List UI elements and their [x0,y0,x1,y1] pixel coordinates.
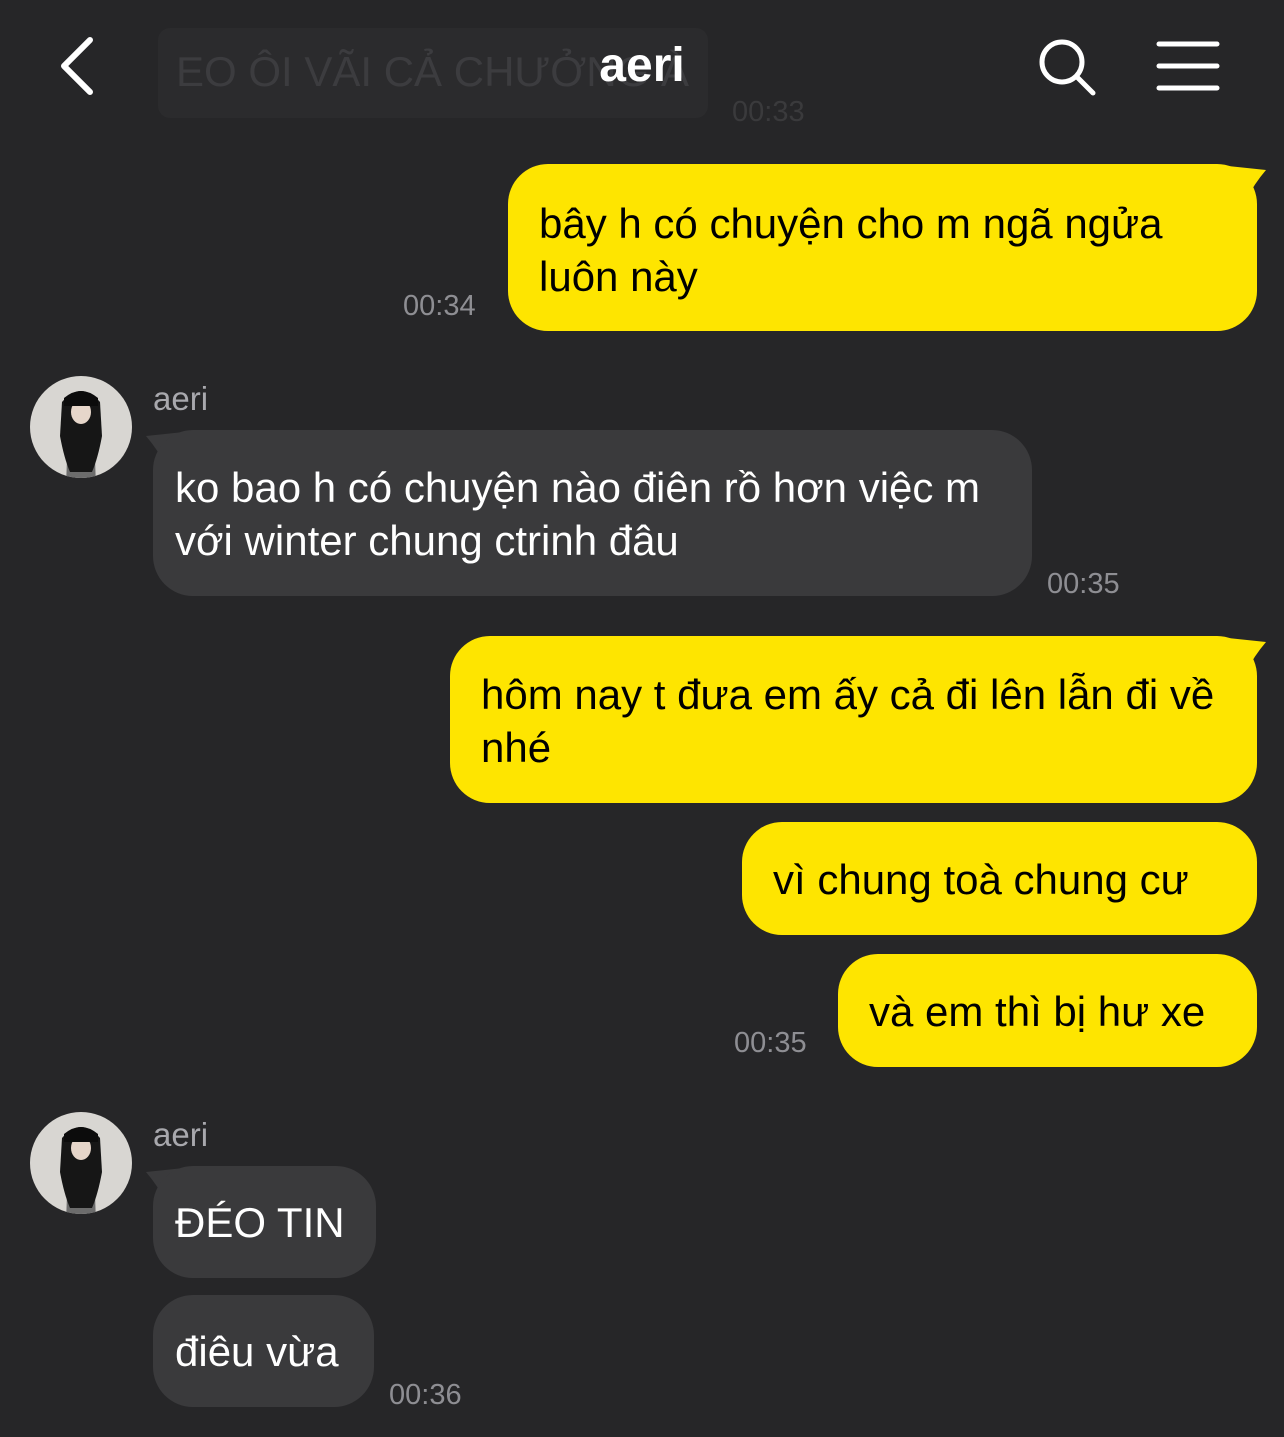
message-bubble[interactable]: bây h có chuyện cho m ngã ngửa luôn này [508,164,1257,331]
message-bubble[interactable]: ĐÉO TIN [153,1166,376,1278]
message-time: 00:35 [734,1027,807,1059]
message-bubble[interactable]: điêu vừa [153,1295,374,1407]
search-icon [1039,39,1096,96]
avatar[interactable] [30,376,132,478]
message-time: 00:35 [1047,568,1120,600]
menu-button[interactable] [1156,40,1220,92]
message-bubble[interactable]: hôm nay t đưa em ấy cả đi lên lẫn đi về … [450,636,1257,803]
avatar-photo [30,376,132,478]
avatar-photo [30,1112,132,1214]
sender-name: aeri [153,1116,209,1153]
message-bubble[interactable]: ko bao h có chuyện nào điên rồ hơn việc … [153,430,1032,596]
search-button[interactable] [1036,36,1098,98]
message-bubble[interactable]: vì chung toà chung cư [742,822,1257,935]
message-time: 00:34 [403,290,476,322]
sender-name: aeri [153,380,209,417]
message-time: 00:36 [389,1379,462,1411]
chat-header: EO ÔI VÃI CẢ CHƯỞNG À 00:33 aeri [0,0,1284,130]
message-bubble[interactable]: và em thì bị hư xe [838,954,1257,1067]
avatar[interactable] [30,1112,132,1214]
hamburger-menu-icon [1156,41,1220,91]
faded-previous-message-time: 00:33 [732,96,805,128]
